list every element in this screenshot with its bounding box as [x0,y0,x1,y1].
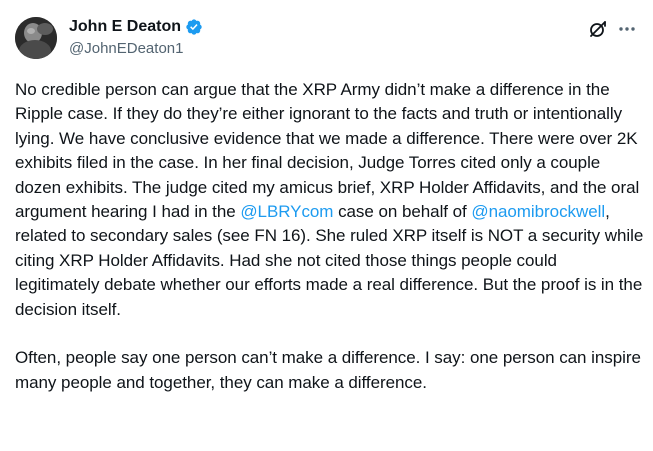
grok-icon[interactable] [588,19,608,39]
tweet-text-segment: case on behalf of [333,202,472,222]
author-handle[interactable]: @JohnEDeaton1 [69,39,183,59]
mention-link-naomibrockwell[interactable]: @naomibrockwell [471,202,605,221]
mention-link-lbrycom[interactable]: @LBRYcom [240,202,333,221]
tweet-text-segment: No credible person can argue that the XR… [15,80,640,222]
author-name-row: John E Deaton [69,17,203,37]
author-avatar[interactable] [15,17,57,59]
tweet-text: No credible person can argue that the XR… [15,78,645,395]
author-display-name[interactable]: John E Deaton [69,17,181,37]
more-options-icon[interactable] [616,19,638,39]
tweet-card: John E Deaton @JohnEDeaton1 No credible … [0,0,653,451]
tweet-paragraph-1: No credible person can argue that the XR… [15,78,645,322]
tweet-paragraph-2: Often, people say one person can’t make … [15,348,641,392]
verified-badge-icon [185,18,203,36]
